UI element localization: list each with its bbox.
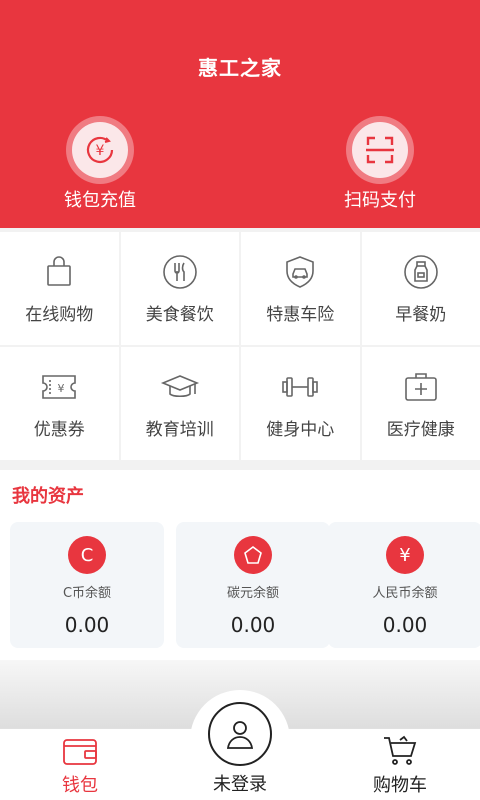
asset-card-rmb[interactable]: ¥ 人民币余额 0.00 (328, 522, 480, 648)
service-medical[interactable]: 医疗健康 (361, 347, 480, 460)
my-assets-section: 我的资产 C C币余额 0.00 碳元余额 0.00 ¥ 人民币余额 0.00 (0, 470, 480, 660)
milk-bottle-icon (401, 252, 441, 292)
svg-text:¥: ¥ (58, 382, 65, 395)
service-food-dining[interactable]: 美食餐饮 (120, 232, 239, 345)
asset-card-c-coin[interactable]: C C币余额 0.00 (10, 522, 164, 648)
service-coupon[interactable]: ¥ 优惠券 (0, 347, 119, 460)
service-car-insurance[interactable]: 特惠车险 (241, 232, 360, 345)
svg-text:¥: ¥ (96, 143, 105, 159)
wallet-icon (20, 733, 140, 769)
medical-kit-icon (401, 367, 441, 407)
user-avatar-icon (208, 702, 272, 766)
c-coin-icon: C (68, 536, 106, 574)
service-education[interactable]: 教育培训 (120, 347, 239, 460)
service-grid: 在线购物 美食餐饮 特惠车险 早餐奶 ¥ 优惠券 教育培训 健身中心 医疗健康 (0, 232, 480, 460)
shopping-cart-icon (340, 733, 460, 769)
fork-knife-icon (160, 252, 200, 292)
tab-wallet[interactable]: 钱包 (20, 733, 140, 797)
service-online-shopping[interactable]: 在线购物 (0, 232, 119, 345)
graduation-cap-icon (160, 367, 200, 407)
shopping-bag-icon (39, 252, 79, 292)
service-breakfast-milk[interactable]: 早餐奶 (361, 232, 480, 345)
tab-login[interactable]: 未登录 (180, 702, 300, 796)
service-fitness[interactable]: 健身中心 (241, 347, 360, 460)
header: 惠工之家 ¥ 钱包充值 扫码支付 (0, 0, 480, 228)
wallet-recharge-label: 钱包充值 (64, 190, 136, 211)
tab-cart[interactable]: 购物车 (340, 733, 460, 797)
yuan-refresh-icon: ¥ (72, 122, 128, 178)
assets-title: 我的资产 (12, 486, 84, 507)
asset-card-carbon[interactable]: 碳元余额 0.00 (176, 522, 330, 648)
scan-icon (352, 122, 408, 178)
scan-pay-label: 扫码支付 (344, 190, 416, 211)
coupon-icon: ¥ (39, 367, 79, 407)
wallet-recharge-button[interactable]: ¥ 钱包充值 (20, 116, 180, 212)
yuan-icon: ¥ (386, 536, 424, 574)
dumbbell-icon (280, 367, 320, 407)
car-shield-icon (280, 252, 320, 292)
scan-pay-button[interactable]: 扫码支付 (300, 116, 460, 212)
page-title: 惠工之家 (198, 56, 282, 80)
pentagon-icon (234, 536, 272, 574)
